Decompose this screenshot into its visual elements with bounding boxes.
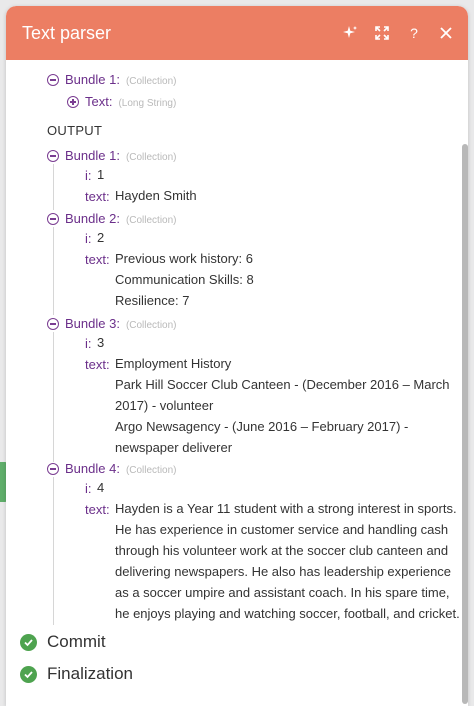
expand-icon[interactable] xyxy=(366,17,398,49)
output-bundle-4[interactable]: Bundle 4: (Collection) xyxy=(47,461,177,476)
svg-text:?: ? xyxy=(410,25,418,41)
sparkle-icon[interactable] xyxy=(334,17,366,49)
field-key-text: text: xyxy=(85,252,110,267)
field-value-line: through his volunteer work at the soccer… xyxy=(115,543,449,558)
field-key-text: text: xyxy=(85,189,110,204)
output-tree: Bundle 1: (Collection) Text: (Long String)… xyxy=(6,60,468,706)
field-value-line: Park Hill Soccer Club Canteen - (Decembe… xyxy=(115,377,450,392)
field-value-line: Previous work history: 6 xyxy=(115,251,253,266)
scrollbar[interactable] xyxy=(462,144,468,704)
panel-title: Text parser xyxy=(22,22,112,43)
input-text-field[interactable]: Text: (Long String) xyxy=(67,94,176,109)
check-icon xyxy=(20,633,37,651)
tree-line xyxy=(53,164,54,210)
bundle-name: Bundle 1: xyxy=(65,148,120,163)
field-value-line: newspaper deliverer xyxy=(115,440,233,455)
field-value-line: Hayden is a Year 11 student with a stron… xyxy=(115,501,457,516)
collapse-icon[interactable] xyxy=(47,318,59,330)
field-key-text: text: xyxy=(85,502,110,517)
field-value-i: 1 xyxy=(97,167,105,182)
bundle-name: Bundle 2: xyxy=(65,211,120,226)
tree-line xyxy=(53,332,54,462)
field-name: Text: xyxy=(85,94,113,109)
field-value-line: Communication Skills: 8 xyxy=(115,272,254,287)
status-label: Commit xyxy=(47,632,106,651)
field-value-line: He has experience in customer service an… xyxy=(115,522,449,537)
text-parser-panel: Text parser ? Bundle 1: (Collection) Text… xyxy=(6,6,468,706)
check-icon xyxy=(20,665,37,683)
tree-line xyxy=(53,227,54,315)
input-bundle-1[interactable]: Bundle 1: (Collection) xyxy=(47,72,177,87)
help-icon[interactable]: ? xyxy=(398,17,430,49)
field-key-text: text: xyxy=(85,357,110,372)
output-bundle-1[interactable]: Bundle 1: (Collection) xyxy=(47,148,177,163)
bundle-name: Bundle 1: xyxy=(65,72,120,87)
panel-header: Text parser ? xyxy=(6,6,468,60)
status-commit[interactable]: Commit xyxy=(20,632,106,652)
field-key-i: i: xyxy=(85,231,92,246)
field-value-line: Employment History xyxy=(115,356,232,371)
field-key-i: i: xyxy=(85,168,92,183)
field-key-i: i: xyxy=(85,336,92,351)
output-bundle-3[interactable]: Bundle 3: (Collection) xyxy=(47,316,177,331)
field-value-line: Resilience: 7 xyxy=(115,293,190,308)
collapse-icon[interactable] xyxy=(47,463,59,475)
collapse-icon[interactable] xyxy=(47,74,59,86)
output-label: OUTPUT xyxy=(47,123,103,138)
tree-line xyxy=(53,477,54,625)
bundle-type: (Collection) xyxy=(125,76,177,87)
collapse-icon[interactable] xyxy=(47,150,59,162)
bundle-type: (Collection) xyxy=(125,465,177,476)
field-value-i: 4 xyxy=(97,480,105,495)
field-type: (Long String) xyxy=(118,98,177,109)
field-value-i: 3 xyxy=(97,335,105,350)
field-value-line: Hayden Smith xyxy=(115,188,197,203)
output-bundle-2[interactable]: Bundle 2: (Collection) xyxy=(47,211,177,226)
expand-node-icon[interactable] xyxy=(67,96,79,108)
field-value-line: as a soccer umpire and assistant coach. … xyxy=(115,585,450,600)
bundle-type: (Collection) xyxy=(125,320,177,331)
field-value-i: 2 xyxy=(97,230,105,245)
collapse-icon[interactable] xyxy=(47,213,59,225)
bundle-type: (Collection) xyxy=(125,152,177,163)
field-key-i: i: xyxy=(85,481,92,496)
status-label: Finalization xyxy=(47,664,133,683)
close-icon[interactable] xyxy=(430,17,462,49)
bundle-name: Bundle 3: xyxy=(65,316,120,331)
field-value-line: Argo Newsagency - (June 2016 – February … xyxy=(115,419,409,434)
field-value-line: 2017) - volunteer xyxy=(115,398,214,413)
status-finalization[interactable]: Finalization xyxy=(20,664,133,684)
field-value-line: he enjoys playing and watching soccer, f… xyxy=(115,606,460,621)
field-value-line: delivering newspapers. He also has leade… xyxy=(115,564,452,579)
bundle-type: (Collection) xyxy=(125,215,177,226)
bundle-name: Bundle 4: xyxy=(65,461,120,476)
